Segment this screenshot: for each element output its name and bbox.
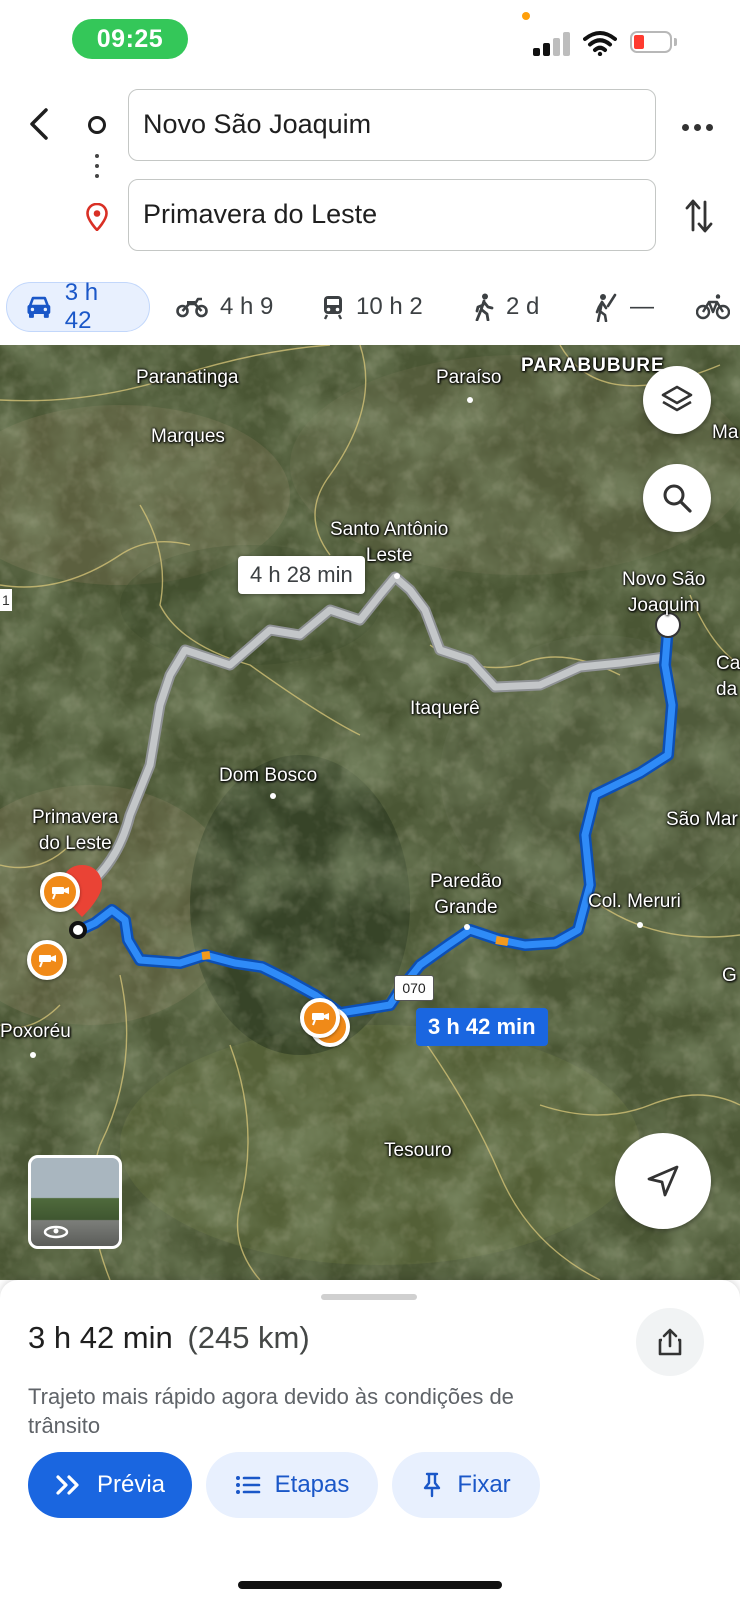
place-label: Marques	[151, 426, 225, 447]
mode-transit-time: 10 h 2	[356, 293, 423, 320]
speed-camera-icon[interactable]	[27, 940, 67, 980]
mode-ride-hail-tab[interactable]: —	[594, 282, 654, 332]
destination-input[interactable]: Primavera do Leste	[128, 179, 656, 251]
mode-motorcycle-time: 4 h 9	[220, 293, 274, 320]
route-dots-icon	[95, 154, 99, 186]
place-label: Tesouro	[384, 1140, 452, 1161]
travel-mode-bar: 3 h 42 4 h 9 10 h 2 2 d —	[0, 279, 740, 334]
walk-icon	[475, 293, 494, 321]
sheet-drag-handle[interactable]	[321, 1294, 417, 1300]
battery-icon	[630, 31, 678, 55]
place-label: Paredão Grande	[430, 871, 502, 918]
more-options-button[interactable]	[682, 112, 716, 142]
car-icon	[27, 296, 51, 318]
swap-route-button[interactable]	[684, 196, 714, 236]
recenter-button[interactable]	[615, 1133, 711, 1229]
street-view-rotate-icon	[43, 1225, 69, 1239]
pin-icon	[424, 1472, 441, 1498]
preview-button[interactable]: Prévia	[28, 1452, 192, 1518]
list-icon	[235, 1476, 260, 1494]
place-label: Poxoréu	[0, 1021, 71, 1042]
layers-icon	[661, 385, 693, 412]
navigation-arrow-icon	[647, 1165, 679, 1197]
layers-button[interactable]	[643, 366, 711, 434]
share-icon	[658, 1328, 682, 1356]
place-label: PARABUBURE	[521, 355, 665, 376]
mode-car-tab[interactable]: 3 h 42	[6, 279, 150, 334]
mode-transit-tab[interactable]: 10 h 2	[322, 282, 423, 332]
place-label: Itaquerê	[410, 698, 480, 719]
mode-motorcycle-tab[interactable]: 4 h 9	[176, 282, 273, 332]
place-label: Col. Meruri	[588, 891, 681, 912]
place-label: Ma	[712, 422, 739, 443]
street-view-thumbnail[interactable]	[28, 1155, 122, 1249]
mode-walk-tab[interactable]: 2 d	[474, 282, 539, 332]
transit-icon	[323, 296, 343, 320]
swap-arrows-icon	[685, 199, 713, 233]
map-view[interactable]: Paranatinga Paraíso PARABUBURE Ma Marque…	[0, 345, 740, 1280]
privacy-indicator	[522, 12, 530, 20]
mode-ride-hail-time: —	[630, 293, 654, 320]
mode-walk-time: 2 d	[506, 293, 540, 320]
search-icon	[663, 484, 692, 513]
place-label: Primavera do Leste	[32, 807, 119, 854]
bicycle-icon	[696, 294, 730, 320]
speed-camera-icon[interactable]	[300, 998, 340, 1038]
double-chevron-icon	[56, 1475, 79, 1495]
origin-input[interactable]: Novo São Joaquim	[128, 89, 656, 161]
place-label: Paranatinga	[136, 367, 239, 388]
route-distance: (245 km)	[187, 1320, 310, 1355]
preview-label: Prévia	[96, 1471, 166, 1498]
main-route-time-label[interactable]: 3 h 42 min	[416, 1008, 548, 1046]
search-along-route-button[interactable]	[643, 464, 711, 532]
motorcycle-icon	[176, 297, 208, 318]
steps-button[interactable]: Etapas	[206, 1452, 378, 1518]
wifi-icon	[583, 31, 617, 56]
pin-label: Fixar	[457, 1471, 511, 1498]
mode-car-time: 3 h 42	[64, 279, 99, 334]
steps-label: Etapas	[274, 1471, 350, 1498]
place-label: São Mar	[666, 809, 738, 830]
speed-camera-icon[interactable]	[40, 872, 80, 912]
status-time: 09:25	[72, 19, 188, 59]
mode-bicycle-tab[interactable]	[696, 282, 740, 332]
back-arrow-icon	[30, 108, 48, 140]
place-label: Paraíso	[436, 367, 502, 388]
route-description: Trajeto mais rápido agora devido às cond…	[28, 1384, 514, 1438]
back-button[interactable]	[22, 102, 58, 146]
pin-button[interactable]: Fixar	[392, 1452, 540, 1518]
cellular-signal-icon	[533, 32, 573, 56]
home-indicator[interactable]	[238, 1581, 502, 1589]
origin-circle-icon	[88, 116, 106, 134]
route-details-sheet[interactable]: 3 h 42 min (245 km) Trajeto mais rápido …	[0, 1280, 740, 1600]
destination-pin-icon	[86, 203, 108, 231]
alt-route-time-label[interactable]: 4 h 28 min	[238, 556, 365, 594]
ride-hail-icon	[595, 293, 617, 322]
place-label: Ca da	[716, 653, 740, 700]
route-duration: 3 h 42 min	[28, 1320, 173, 1355]
place-label: Novo São Joaquim	[622, 569, 706, 616]
share-button[interactable]	[636, 1308, 704, 1376]
status-bar: 09:25	[0, 0, 740, 80]
route-summary: 3 h 42 min (245 km)	[28, 1320, 310, 1356]
place-label: Dom Bosco	[219, 765, 318, 786]
place-label: G	[722, 965, 737, 986]
road-number-shield: 070	[394, 975, 434, 1001]
road-label: 1	[0, 589, 12, 611]
